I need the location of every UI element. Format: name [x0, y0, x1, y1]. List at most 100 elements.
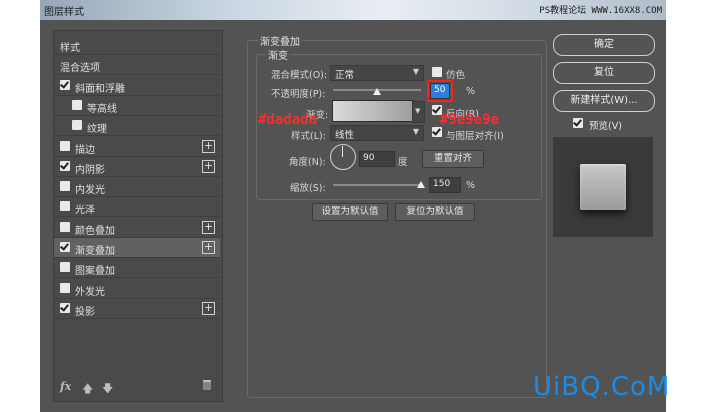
angle-dial-needle [342, 146, 343, 157]
scale-slider-handle[interactable] [417, 181, 425, 188]
reset-to-default-button[interactable]: 复位为默认值 [395, 203, 475, 221]
blend-mode-label: 混合模式(O): [271, 70, 328, 81]
chevron-down-icon: ▼ [412, 127, 419, 136]
arrow-down-icon[interactable]: 🡇 [102, 380, 113, 399]
styles-list-toolbar: fx 🡅 🡇 [54, 377, 220, 399]
style-item[interactable]: 内发光 [54, 177, 220, 197]
style-item[interactable]: 投影 + [54, 299, 220, 319]
style-item-checkbox[interactable] [60, 303, 70, 313]
style-item-label: 外发光 [75, 287, 105, 298]
style-item-checkbox[interactable] [60, 181, 70, 191]
add-icon[interactable]: + [202, 302, 215, 315]
angle-unit: 度 [398, 157, 408, 168]
title-bar[interactable]: 图层样式 PS教程论坛 WWW.16XX8.COM [40, 0, 666, 20]
style-item-label: 内发光 [75, 185, 105, 196]
style-item-label: 内阴影 [75, 165, 105, 176]
site-logo: UiBQ.CoM [533, 372, 671, 402]
style-item-checkbox[interactable] [60, 161, 70, 171]
style-item[interactable]: 图案叠加 [54, 258, 220, 278]
angle-dial[interactable] [330, 144, 356, 170]
arrow-up-icon[interactable]: 🡅 [82, 380, 93, 399]
annotation-end-color: #9e9e9e [440, 112, 500, 128]
style-item[interactable]: 样式 [54, 35, 220, 55]
annotation-start-color: #dadada [258, 112, 318, 128]
preview-swatch [580, 164, 626, 210]
angle-label: 角度(N): [289, 157, 326, 168]
style-item[interactable]: 混合选项 [54, 55, 220, 75]
style-label: 样式(L): [291, 131, 326, 142]
style-item-checkbox[interactable] [60, 283, 70, 293]
style-item[interactable]: 斜面和浮雕 [54, 76, 220, 96]
add-icon[interactable]: + [202, 160, 215, 173]
style-item[interactable]: 光泽 [54, 197, 220, 217]
opacity-unit: % [466, 86, 476, 97]
style-item[interactable]: 内阴影 + [54, 157, 220, 177]
blend-mode-value: 正常 [335, 70, 355, 81]
trash-icon[interactable] [202, 379, 212, 393]
style-item-label: 混合选项 [60, 63, 100, 74]
fx-icon[interactable]: fx [60, 380, 71, 393]
style-item-label: 纹理 [87, 124, 107, 135]
style-item[interactable]: 颜色叠加 + [54, 218, 220, 238]
align-with-layer-checkbox[interactable] [432, 127, 442, 137]
style-item-label: 颜色叠加 [75, 226, 115, 237]
style-item-label: 等高线 [87, 104, 117, 115]
style-item-label: 图案叠加 [75, 266, 115, 277]
blend-mode-select[interactable]: 正常 ▼ [330, 65, 424, 81]
gradient-picker-button[interactable]: ▼ [412, 101, 425, 123]
style-item-label: 光泽 [75, 205, 95, 216]
style-item-label: 样式 [60, 43, 80, 54]
ok-button[interactable]: 确定 [553, 34, 655, 56]
style-item-label: 斜面和浮雕 [75, 84, 125, 95]
scale-label: 缩放(S): [290, 183, 326, 194]
section-title: 渐变叠加 [258, 33, 302, 48]
opacity-value: 50 [434, 85, 446, 95]
gradient-style-select[interactable]: 线性 ▼ [330, 125, 424, 141]
style-item[interactable]: 描边 + [54, 137, 220, 157]
reset-button[interactable]: 复位 [553, 62, 655, 84]
angle-input[interactable]: 90 [359, 151, 395, 167]
gradient-swatch[interactable] [332, 100, 414, 122]
reset-alignment-button[interactable]: 重置对齐 [422, 150, 484, 168]
style-item-checkbox[interactable] [60, 222, 70, 232]
style-item-label: 渐变叠加 [75, 246, 115, 257]
style-item[interactable]: 渐变叠加 + [54, 238, 220, 258]
style-item-checkbox[interactable] [60, 201, 70, 211]
add-icon[interactable]: + [202, 241, 215, 254]
new-style-button[interactable]: 新建样式(W)... [553, 90, 655, 112]
style-item-checkbox[interactable] [72, 120, 82, 130]
subsection-title: 渐变 [266, 47, 290, 62]
scale-unit: % [466, 180, 476, 191]
scale-slider-track[interactable] [333, 184, 421, 186]
add-icon[interactable]: + [202, 140, 215, 153]
opacity-slider-handle[interactable] [373, 88, 381, 95]
dialog-title: 图层样式 [44, 7, 84, 18]
style-item[interactable]: 等高线 [54, 96, 220, 116]
set-as-default-button[interactable]: 设置为默认值 [312, 203, 388, 221]
style-item-checkbox[interactable] [60, 141, 70, 151]
style-item[interactable]: 外发光 [54, 279, 220, 299]
dither-label: 仿色 [446, 70, 466, 81]
angle-value: 90 [363, 153, 375, 163]
style-item-checkbox[interactable] [60, 242, 70, 252]
preview-checkbox[interactable] [573, 118, 583, 128]
chevron-down-icon: ▼ [412, 67, 419, 76]
style-item-checkbox[interactable] [60, 80, 70, 90]
style-item-checkbox[interactable] [72, 100, 82, 110]
scale-value: 150 [433, 179, 451, 189]
style-item[interactable]: 纹理 [54, 116, 220, 136]
preview-thumbnail [553, 137, 653, 237]
scale-input[interactable]: 150 [429, 177, 461, 193]
chevron-down-icon: ▼ [415, 107, 421, 115]
watermark-text: PS教程论坛 WWW.16XX8.COM [539, 6, 662, 16]
add-icon[interactable]: + [202, 221, 215, 234]
align-with-layer-label: 与图层对齐(I) [446, 131, 504, 142]
style-item-checkbox[interactable] [60, 262, 70, 272]
style-item-label: 投影 [75, 307, 95, 318]
dither-checkbox[interactable] [432, 67, 442, 77]
opacity-label: 不透明度(P): [271, 89, 326, 100]
opacity-input[interactable]: 50 [427, 80, 453, 102]
style-item-label: 描边 [75, 145, 95, 156]
preview-label: 预览(V) [589, 121, 622, 132]
gradient-style-value: 线性 [335, 130, 355, 141]
